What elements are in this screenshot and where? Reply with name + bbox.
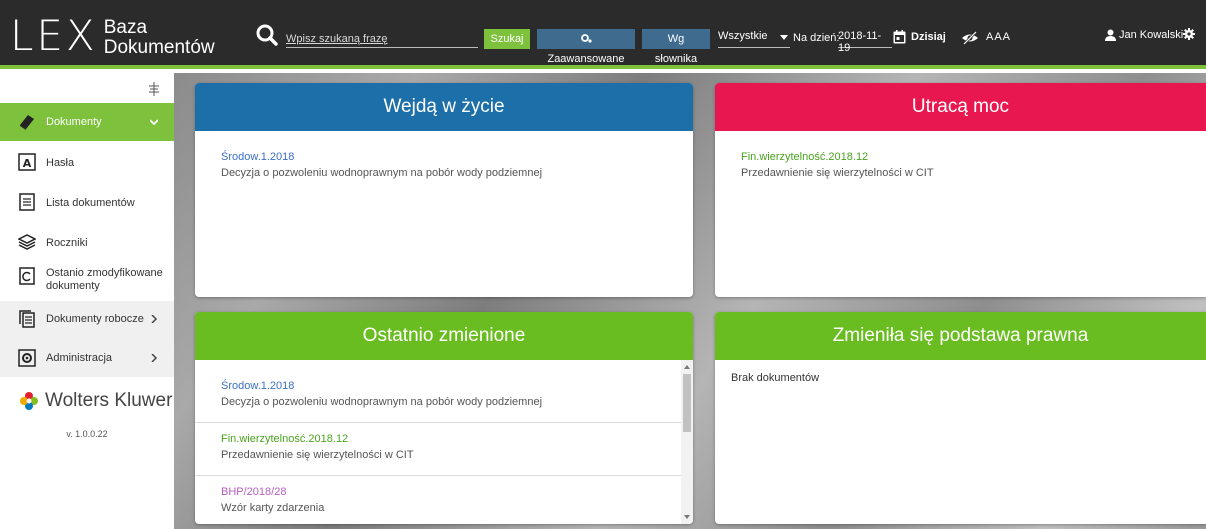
sidebar-item-roczniki[interactable]: Roczniki	[0, 223, 174, 261]
settings-gear-icon[interactable]	[1183, 28, 1195, 40]
document-link[interactable]: Środow.1.2018	[221, 151, 667, 163]
search-input[interactable]	[286, 30, 478, 48]
document-link[interactable]: BHP/2018/28	[221, 486, 667, 498]
modified-doc-icon	[19, 267, 35, 285]
dictionary-button[interactable]: Wg słownika	[642, 29, 710, 65]
document-link[interactable]: Fin.wierzytelność.2018.12	[741, 151, 1180, 163]
app-version: v. 1.0.0.22	[66, 429, 108, 439]
calendar-icon[interactable]	[893, 30, 906, 44]
sidebar-item-label: Roczniki	[46, 237, 88, 249]
sidebar-item-label: Lista dokumentów	[46, 197, 135, 209]
admin-gear-icon	[18, 349, 36, 367]
sidebar-item-dokumenty[interactable]: Dokumenty	[0, 103, 174, 141]
checklist-icon	[19, 193, 35, 211]
logo-subtitle: Baza Dokumentów	[104, 18, 215, 58]
today-button[interactable]: Dzisiaj	[911, 31, 946, 43]
logo-subtitle-line2: Dokumentów	[103, 37, 215, 58]
search-button[interactable]: Szukaj	[484, 29, 530, 49]
font-size-toggle[interactable]: AAA	[986, 31, 1011, 43]
sidebar-item-administracja[interactable]: Administracja	[0, 339, 174, 377]
recent-list: Środow.1.2018 Decyzja o pozwoleniu wodno…	[195, 360, 693, 524]
document-link[interactable]: Środow.1.2018	[221, 380, 667, 392]
document-description: Decyzja o pozwoleniu wodnoprawnym na pob…	[221, 167, 543, 179]
document-description: Wzór karty zdarzenia	[221, 502, 325, 514]
sidebar-item-label: Dokumenty robocze	[46, 313, 144, 325]
letter-a-icon: A	[18, 153, 36, 171]
svg-text:A: A	[23, 157, 32, 170]
scrollbar-thumb[interactable]	[683, 374, 691, 432]
chevron-right-icon	[151, 354, 158, 362]
card-wejda-w-zycie: Wejdą w życie Środow.1.2018 Decyzja o po…	[195, 83, 693, 297]
user-name[interactable]: Jan Kowalski	[1119, 29, 1183, 41]
advanced-search-button[interactable]: Zaawansowane	[537, 29, 635, 65]
document-description: Przedawnienie się wierzytelności w CIT	[221, 449, 414, 461]
sidebar: Dokumenty A Hasła Lista dokumentów Roczn…	[0, 73, 174, 529]
gears-icon	[580, 34, 592, 43]
empty-state-text: Brak dokumentów	[731, 372, 820, 384]
document-description: Przedawnienie się wierzytelności w CIT	[741, 167, 934, 179]
chevron-down-icon	[150, 119, 158, 126]
scroll-up-icon[interactable]	[684, 365, 690, 369]
document-link[interactable]: Fin.wierzytelność.2018.12	[221, 433, 667, 445]
book-icon	[20, 115, 34, 130]
logo-subtitle-line1: Baza	[103, 17, 148, 38]
collapse-sidebar-icon[interactable]	[148, 82, 160, 96]
eye-slash-icon[interactable]	[961, 31, 979, 45]
chevron-down-icon	[780, 35, 788, 40]
brand-name: Wolters Kluwer	[45, 390, 173, 411]
list-item: Środow.1.2018 Decyzja o pozwoleniu wodno…	[195, 370, 693, 423]
card-zmienila-sie-podstawa: Zmieniła się podstawa prawna Brak dokume…	[715, 312, 1206, 524]
chevron-right-icon	[151, 315, 158, 323]
user-icon	[1105, 29, 1116, 41]
card-ostatnio-zmienione: Ostatnio zmienione Środow.1.2018 Decyzja…	[195, 312, 693, 524]
sidebar-item-label: Dokumenty	[46, 116, 102, 128]
filter-select-value: Wszystkie	[718, 30, 768, 42]
card-title: Utracą moc	[715, 83, 1206, 131]
wolters-kluwer-logo: Wolters Kluwer	[19, 390, 172, 412]
layers-icon	[18, 234, 36, 250]
sidebar-item-label: Administracja	[46, 352, 113, 364]
sidebar-item-dokumenty-robocze[interactable]: Dokumenty robocze	[0, 301, 174, 339]
search-icon[interactable]	[256, 24, 278, 46]
app-logo[interactable]: LEX Baza Dokumentów	[10, 15, 215, 58]
wolters-kluwer-icon	[20, 392, 38, 410]
list-item: Fin.wierzytelność.2018.12 Przedawnienie …	[195, 423, 693, 476]
card-utraca-moc: Utracą moc Fin.wierzytelność.2018.12 Prz…	[715, 83, 1206, 297]
sidebar-item-hasla[interactable]: A Hasła	[0, 143, 174, 181]
card-title: Ostatnio zmienione	[195, 312, 693, 360]
draft-docs-icon	[19, 310, 35, 328]
date-input[interactable]: 2018-11-19	[838, 30, 892, 54]
sidebar-item-lista-dokumentow[interactable]: Lista dokumentów	[0, 183, 174, 221]
scroll-down-icon[interactable]	[684, 515, 690, 519]
document-filter-select[interactable]: Wszystkie	[718, 30, 790, 48]
card-body: Fin.wierzytelność.2018.12 Przedawnienie …	[715, 131, 1206, 199]
card-body: Środow.1.2018 Decyzja o pozwoleniu wodno…	[195, 131, 693, 199]
list-item: BHP/2018/28 Wzór karty zdarzenia	[195, 476, 693, 524]
date-label: Na dzień:	[793, 32, 840, 44]
sidebar-item-ostanio-zmodyfikowane[interactable]: Ostanio zmodyfikowane dokumenty	[0, 263, 174, 301]
scrollbar[interactable]	[681, 360, 693, 524]
card-title: Wejdą w życie	[195, 83, 693, 131]
top-bar: LEX Baza Dokumentów Szukaj Zaawansowane …	[0, 0, 1206, 69]
advanced-search-label: Zaawansowane	[547, 53, 625, 65]
sidebar-item-label: Hasła	[46, 157, 75, 169]
document-description: Decyzja o pozwoleniu wodnoprawnym na pob…	[221, 396, 543, 408]
logo-lex: LEX	[10, 11, 98, 60]
sidebar-item-label: Ostanio zmodyfikowane dokumenty	[46, 267, 163, 292]
card-title: Zmieniła się podstawa prawna	[715, 312, 1206, 360]
